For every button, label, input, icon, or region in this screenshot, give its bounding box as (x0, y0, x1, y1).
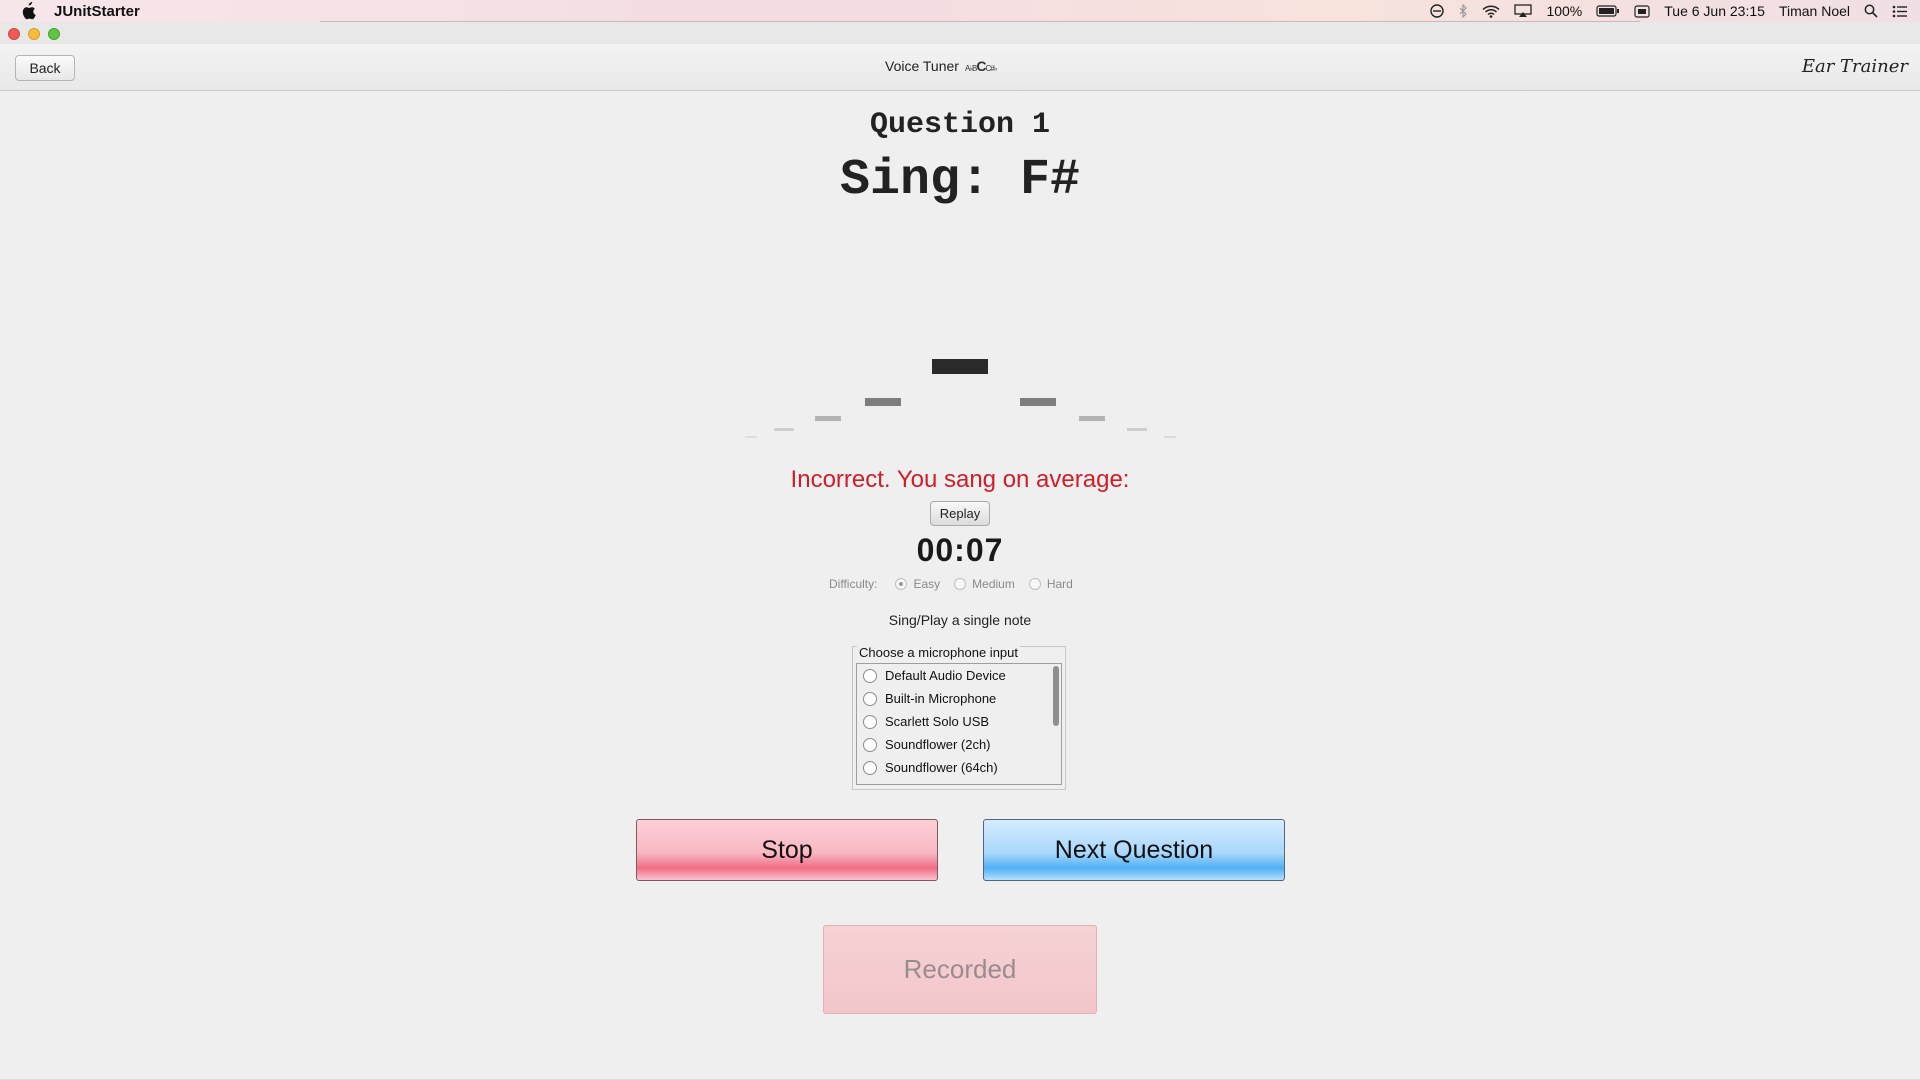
bluetooth-icon[interactable] (1458, 4, 1468, 18)
difficulty-selector: Difficulty: Easy Medium Hard (829, 577, 1087, 591)
radio-icon[interactable] (954, 578, 967, 590)
microphone-list-scrollbar[interactable] (1053, 666, 1059, 726)
list-item[interactable]: Soundflower (2ch) (857, 733, 1061, 756)
wifi-icon[interactable] (1482, 5, 1500, 18)
microphone-chooser-title: Choose a microphone input (857, 645, 1020, 660)
microphone-device-label: Default Audio Device (885, 668, 1006, 683)
microphone-chooser: Choose a microphone input Default Audio … (852, 645, 1066, 790)
app-toolbar: Back Voice Tuner A♭BCC#♭ Ear Trainer (0, 44, 1920, 91)
radio-icon[interactable] (863, 760, 877, 775)
logo-end-text: C#♭ (985, 64, 998, 73)
radio-icon[interactable] (1028, 578, 1041, 590)
list-item[interactable]: Built-in Microphone (857, 687, 1061, 710)
list-item[interactable]: Soundflower (64ch) (857, 756, 1061, 779)
replay-button[interactable]: Replay (930, 501, 990, 526)
window-titlebar (0, 22, 1920, 44)
recorded-button[interactable]: Recorded (823, 925, 1097, 1014)
stop-button[interactable]: Stop (636, 819, 938, 881)
do-not-disturb-icon[interactable] (1430, 4, 1445, 18)
close-window-button[interactable] (8, 28, 20, 40)
result-message: Incorrect. You sang on average: (790, 466, 1130, 493)
pitch-meter-bar (1127, 428, 1147, 431)
battery-percent: 100% (1546, 3, 1583, 19)
microphone-device-label: Scarlett Solo USB (885, 714, 990, 729)
airplay-icon[interactable] (1514, 4, 1533, 18)
difficulty-medium-option[interactable]: Medium (954, 577, 1015, 591)
spotlight-search-icon[interactable] (1864, 4, 1878, 18)
instruction-text: Sing/Play a single note (888, 612, 1032, 628)
zoom-window-button[interactable] (48, 28, 60, 40)
radio-selected-icon[interactable] (895, 578, 908, 590)
menubar-clock[interactable]: Tue 6 Jun 23:15 (1664, 3, 1765, 19)
back-button[interactable]: Back (15, 55, 75, 81)
question-number: Question 1 (869, 108, 1051, 142)
radio-icon[interactable] (863, 737, 877, 752)
difficulty-option-label: Hard (1046, 577, 1073, 591)
radio-icon[interactable] (863, 691, 877, 706)
pitch-meter-bar (745, 436, 757, 438)
pitch-meter-bar (1079, 416, 1105, 421)
pitch-meter-bar (1020, 398, 1056, 406)
voice-tuner-logo: A♭BCC#♭ (964, 58, 998, 74)
difficulty-option-label: Medium (972, 577, 1015, 591)
difficulty-easy-option[interactable]: Easy (895, 577, 940, 591)
app-name[interactable]: JUnitStarter (54, 3, 140, 20)
list-item[interactable]: Scarlett Solo USB (857, 710, 1061, 733)
menubar-user[interactable]: Timan Noel (1779, 3, 1850, 19)
toolbar-title: Voice Tuner A♭BCC#♭ (885, 58, 998, 74)
logo-small-text: A♭B (964, 64, 977, 73)
pitch-meter-bar (1164, 436, 1176, 438)
difficulty-hard-option[interactable]: Hard (1028, 577, 1073, 591)
pitch-meter-bar (774, 428, 794, 431)
minimize-window-button[interactable] (28, 28, 40, 40)
next-question-button[interactable]: Next Question (983, 819, 1285, 881)
menu-bar: JUnitStarter 100% Tue 6 Jun 23:15 Timan … (0, 0, 1920, 22)
list-item[interactable]: Default Audio Device (857, 664, 1061, 687)
pitch-meter-bar (815, 416, 841, 421)
pitch-meter-bar (865, 398, 901, 406)
battery-icon[interactable] (1596, 5, 1620, 17)
brand-logo: Ear Trainer (1801, 56, 1908, 77)
microphone-list[interactable]: Default Audio Device Built-in Microphone… (856, 663, 1062, 785)
notification-center-icon[interactable] (1892, 5, 1908, 18)
input-source-icon[interactable] (1634, 4, 1650, 18)
toolbar-title-text: Voice Tuner (885, 58, 959, 74)
microphone-device-label: Soundflower (64ch) (885, 760, 998, 775)
logo-big-text: C (976, 58, 986, 74)
pitch-meter-center-bar (932, 359, 988, 374)
sing-prompt: Sing: F# (839, 152, 1081, 209)
pitch-meter (740, 350, 1180, 450)
radio-icon[interactable] (863, 714, 877, 729)
difficulty-option-label: Easy (913, 577, 941, 591)
microphone-device-label: Built-in Microphone (885, 691, 997, 706)
radio-icon[interactable] (863, 668, 877, 683)
apple-icon[interactable] (20, 2, 36, 20)
microphone-device-label: Soundflower (2ch) (885, 737, 991, 752)
timer-display: 00:07 (916, 532, 1004, 568)
difficulty-label: Difficulty: (829, 577, 878, 591)
